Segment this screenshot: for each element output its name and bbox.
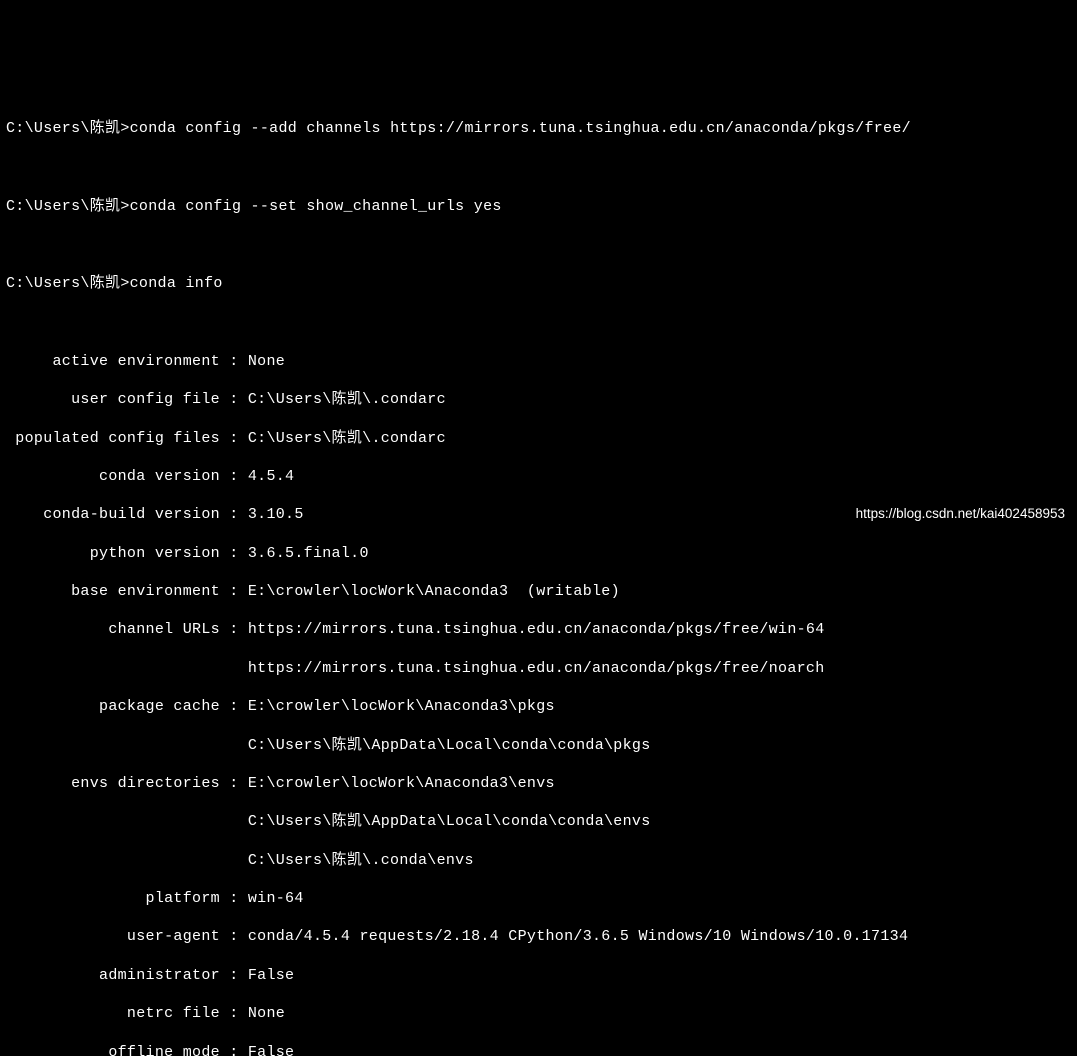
info-value: E:\crowler\locWork\Anaconda3 (writable) <box>248 583 620 600</box>
info-row: active environment : None <box>6 352 1077 371</box>
info-label: conda version : <box>6 468 248 485</box>
info-value: None <box>248 1005 285 1022</box>
blank-line <box>6 158 1077 178</box>
info-value: C:\Users\陈凯\.condarc <box>248 430 446 447</box>
command-line: C:\Users\陈凯>conda info <box>6 274 1077 293</box>
info-row: package cache : E:\crowler\locWork\Anaco… <box>6 697 1077 716</box>
info-label: package cache : <box>6 698 248 715</box>
prompt-text: C:\Users\陈凯> <box>6 120 130 137</box>
info-label: base environment : <box>6 583 248 600</box>
info-row: C:\Users\陈凯\.conda\envs <box>6 851 1077 870</box>
info-label: populated config files : <box>6 430 248 447</box>
info-value: False <box>248 967 295 984</box>
info-value: False <box>248 1044 295 1056</box>
info-label: active environment : <box>6 353 248 370</box>
prompt-text: C:\Users\陈凯> <box>6 275 130 292</box>
info-label: netrc file : <box>6 1005 248 1022</box>
info-row: user config file : C:\Users\陈凯\.condarc <box>6 390 1077 409</box>
info-value: 3.6.5.final.0 <box>248 545 369 562</box>
info-label: offline mode : <box>6 1044 248 1056</box>
info-value: E:\crowler\locWork\Anaconda3\pkgs <box>248 698 555 715</box>
info-row: populated config files : C:\Users\陈凯\.co… <box>6 429 1077 448</box>
info-label: python version : <box>6 545 248 562</box>
command-text: conda info <box>130 275 223 292</box>
command-line: C:\Users\陈凯>conda config --add channels … <box>6 119 1077 138</box>
info-row: https://mirrors.tuna.tsinghua.edu.cn/ana… <box>6 659 1077 678</box>
info-row: conda version : 4.5.4 <box>6 467 1077 486</box>
watermark-text: https://blog.csdn.net/kai402458953 <box>856 505 1065 522</box>
command-text: conda config --add channels https://mirr… <box>130 120 911 137</box>
info-row: channel URLs : https://mirrors.tuna.tsin… <box>6 620 1077 639</box>
info-label: user config file : <box>6 391 248 408</box>
info-label: administrator : <box>6 967 248 984</box>
info-value: win-64 <box>248 890 304 907</box>
info-value: C:\Users\陈凯\AppData\Local\conda\conda\en… <box>248 813 651 830</box>
info-value: None <box>248 353 285 370</box>
info-row: offline mode : False <box>6 1043 1077 1056</box>
info-label: platform : <box>6 890 248 907</box>
info-value: https://mirrors.tuna.tsinghua.edu.cn/ana… <box>248 621 825 638</box>
info-indent <box>6 852 248 869</box>
info-indent <box>6 813 248 830</box>
info-row: administrator : False <box>6 966 1077 985</box>
info-value: E:\crowler\locWork\Anaconda3\envs <box>248 775 555 792</box>
command-text: conda config --set show_channel_urls yes <box>130 198 502 215</box>
info-value: C:\Users\陈凯\.conda\envs <box>248 852 474 869</box>
info-value: https://mirrors.tuna.tsinghua.edu.cn/ana… <box>248 660 825 677</box>
info-row: C:\Users\陈凯\AppData\Local\conda\conda\en… <box>6 812 1077 831</box>
info-row: netrc file : None <box>6 1004 1077 1023</box>
blank-line <box>6 313 1077 333</box>
terminal-output[interactable]: C:\Users\陈凯>conda config --add channels … <box>6 100 1077 1056</box>
info-label: conda-build version : <box>6 506 248 523</box>
info-row: user-agent : conda/4.5.4 requests/2.18.4… <box>6 927 1077 946</box>
info-row: envs directories : E:\crowler\locWork\An… <box>6 774 1077 793</box>
info-value: C:\Users\陈凯\AppData\Local\conda\conda\pk… <box>248 737 651 754</box>
info-value: 3.10.5 <box>248 506 304 523</box>
info-row: C:\Users\陈凯\AppData\Local\conda\conda\pk… <box>6 736 1077 755</box>
info-value: C:\Users\陈凯\.condarc <box>248 391 446 408</box>
prompt-text: C:\Users\陈凯> <box>6 198 130 215</box>
info-indent <box>6 660 248 677</box>
info-value: 4.5.4 <box>248 468 295 485</box>
info-row: platform : win-64 <box>6 889 1077 908</box>
info-label: channel URLs : <box>6 621 248 638</box>
info-label: user-agent : <box>6 928 248 945</box>
info-row: base environment : E:\crowler\locWork\An… <box>6 582 1077 601</box>
info-value: conda/4.5.4 requests/2.18.4 CPython/3.6.… <box>248 928 908 945</box>
info-indent <box>6 737 248 754</box>
info-label: envs directories : <box>6 775 248 792</box>
command-line: C:\Users\陈凯>conda config --set show_chan… <box>6 197 1077 216</box>
info-row: python version : 3.6.5.final.0 <box>6 544 1077 563</box>
blank-line <box>6 235 1077 255</box>
